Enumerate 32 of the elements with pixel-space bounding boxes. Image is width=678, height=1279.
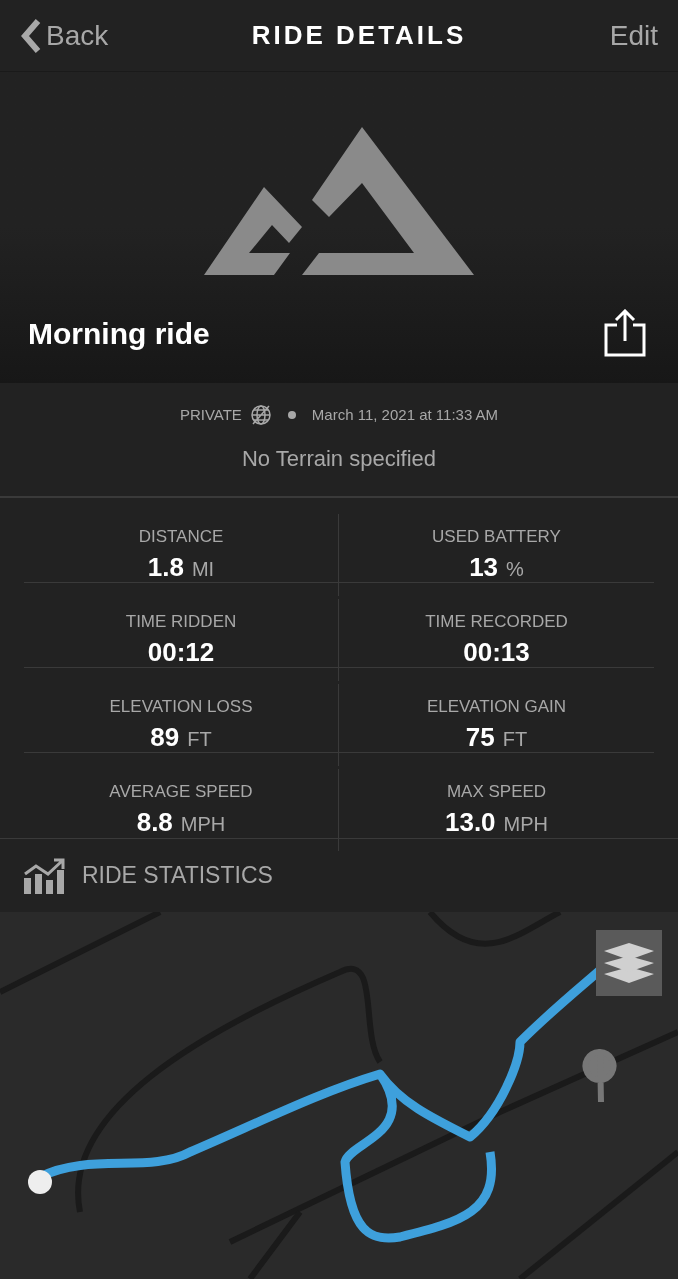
stat-label: DISTANCE: [138, 526, 224, 548]
stat-value: 00:13: [463, 636, 530, 669]
stat-value: 00:12: [147, 636, 215, 669]
share-icon: [604, 309, 646, 357]
dot-icon: [287, 411, 296, 419]
ride-date: March 11, 2021 at 11:33 AM: [311, 404, 499, 425]
mountain-icon: [204, 127, 474, 275]
stat-value: 13.0 MPH: [444, 806, 549, 839]
globe-icon: [249, 404, 272, 426]
back-button[interactable]: Back: [20, 14, 109, 57]
chevron-left-icon: [20, 17, 42, 54]
terrain-text: No Terrain specified: [242, 445, 436, 474]
edit-button[interactable]: Edit: [609, 14, 658, 57]
page-title: RIDE DETAILS: [251, 19, 467, 52]
stat-label: MAX SPEED: [446, 781, 547, 803]
stat-value: 89 FT: [150, 721, 212, 754]
stat-value: 8.8 MPH: [136, 806, 226, 839]
stat-label: ELEVATION GAIN: [426, 696, 567, 718]
stat-label: AVERAGE SPEED: [109, 781, 253, 803]
stat-label: TIME RIDDEN: [125, 611, 237, 633]
stat-label: TIME RECORDED: [425, 611, 568, 633]
stat-label: ELEVATION LOSS: [109, 696, 253, 718]
ride-title: Morning ride: [28, 315, 210, 352]
stat-value: 13 %: [469, 551, 524, 584]
layers-button[interactable]: [596, 930, 662, 996]
privacy-label: PRIVATE: [179, 404, 242, 425]
layers-icon: [604, 941, 654, 985]
stat-value: 1.8 MI: [147, 551, 215, 584]
ride-statistics-link[interactable]: RIDE STATISTICS: [24, 857, 273, 894]
chart-icon: [24, 857, 66, 894]
stat-label: USED BATTERY: [432, 526, 561, 548]
stat-value: 75 FT: [465, 721, 528, 754]
